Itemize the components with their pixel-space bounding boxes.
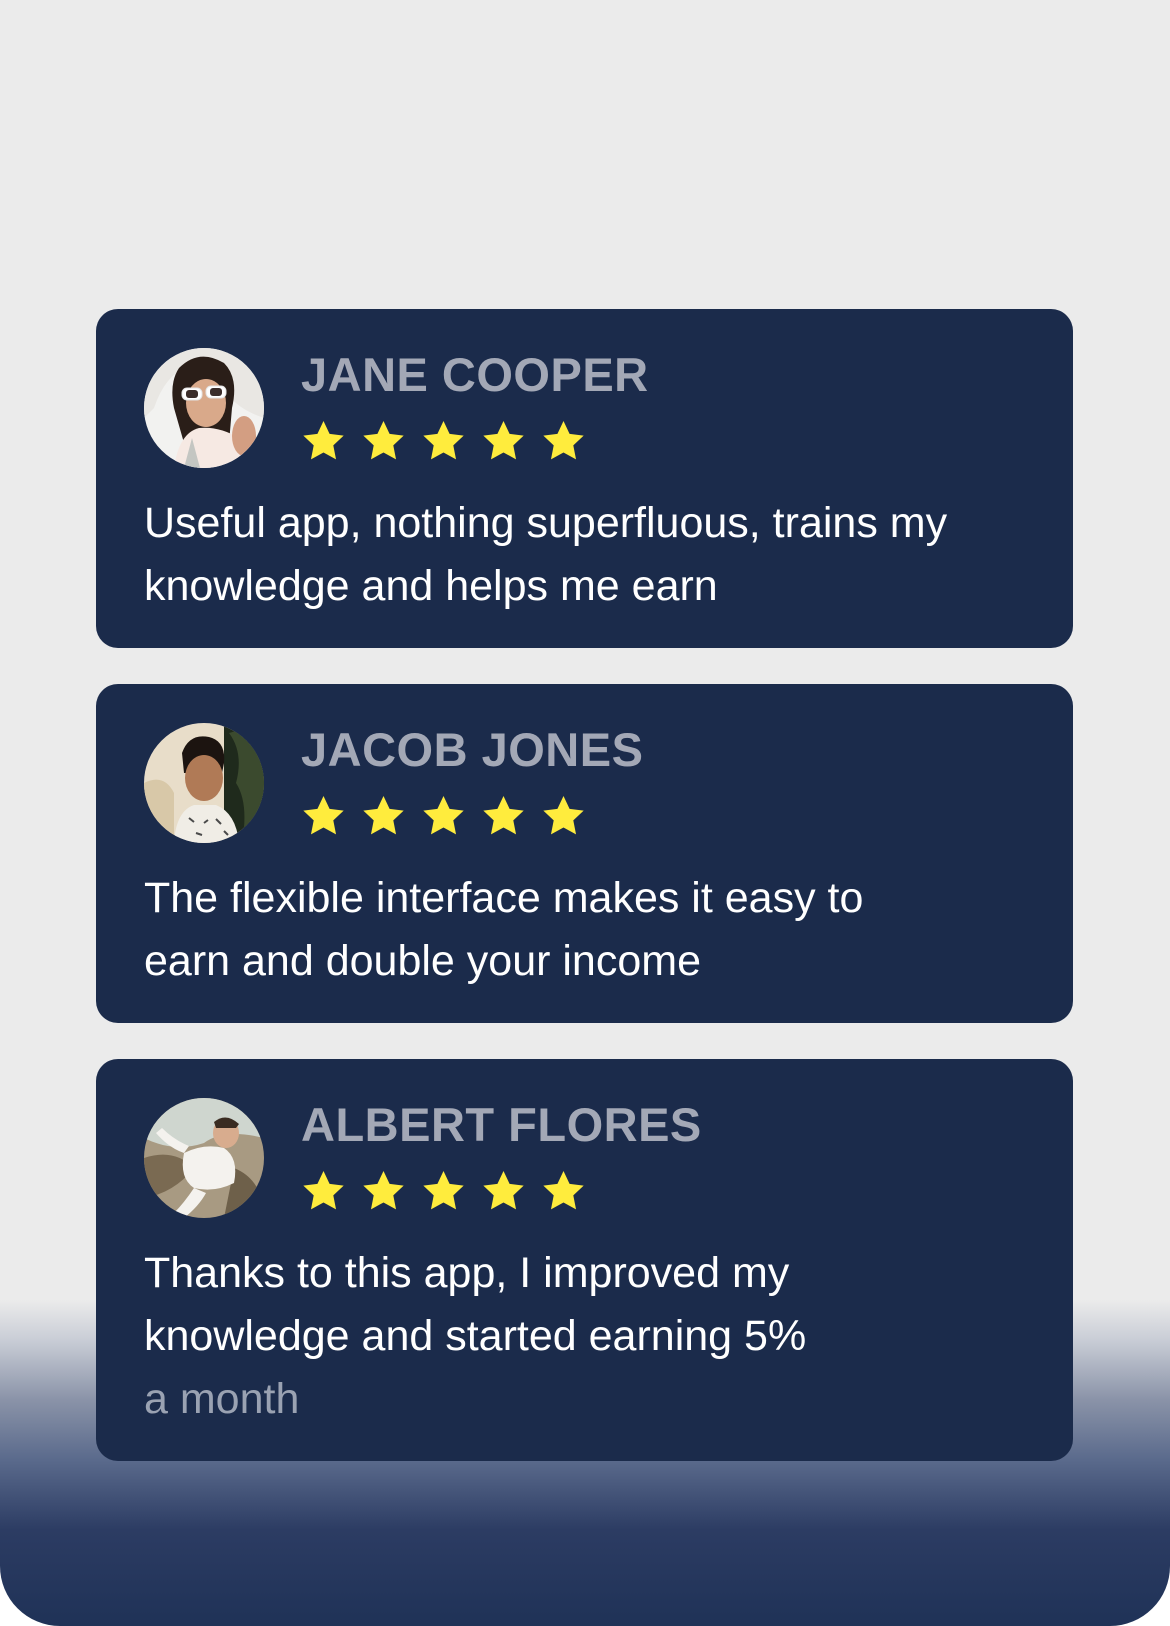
review-text-line: Useful app, nothing superfluous, trains … bbox=[144, 499, 948, 547]
star-icon bbox=[303, 795, 344, 835]
star-rating bbox=[300, 1168, 587, 1215]
star-icon bbox=[423, 795, 464, 835]
review-text: Thanks to this app, I improved my knowle… bbox=[144, 1242, 1024, 1431]
review-text-line: earn and double your income bbox=[144, 937, 701, 985]
review-card: ALBERT FLORES Thanks to this app, I impr… bbox=[96, 1059, 1073, 1461]
star-icon bbox=[483, 420, 524, 460]
avatar bbox=[144, 723, 264, 843]
avatar bbox=[144, 1098, 264, 1218]
star-rating bbox=[300, 793, 587, 840]
reviewer-name: ALBERT FLORES bbox=[301, 1098, 702, 1151]
star-icon bbox=[303, 420, 344, 460]
star-icon bbox=[543, 1170, 584, 1210]
avatar-photo-man bbox=[144, 723, 264, 843]
star-icon bbox=[363, 420, 404, 460]
review-text-line: knowledge and started earning 5% bbox=[144, 1312, 807, 1360]
review-card: JACOB JONES The flexible interface makes… bbox=[96, 684, 1073, 1023]
review-card: JANE COOPER Useful app, nothing superflu… bbox=[96, 309, 1073, 648]
star-icon bbox=[543, 420, 584, 460]
star-icon bbox=[423, 1170, 464, 1210]
star-icon bbox=[483, 1170, 524, 1210]
star-icon bbox=[543, 795, 584, 835]
review-text: The flexible interface makes it easy to … bbox=[144, 867, 1024, 993]
avatar-photo-woman bbox=[144, 348, 264, 468]
avatar-photo-man-white-shirt bbox=[144, 1098, 264, 1218]
star-rating bbox=[300, 418, 587, 465]
star-icon bbox=[363, 1170, 404, 1210]
star-icon bbox=[423, 420, 464, 460]
review-text: Useful app, nothing superfluous, trains … bbox=[144, 492, 1024, 618]
star-icon bbox=[363, 795, 404, 835]
star-icon bbox=[303, 1170, 344, 1210]
review-text-line: The flexible interface makes it easy to bbox=[144, 874, 864, 922]
avatar bbox=[144, 348, 264, 468]
review-text-line: a month bbox=[144, 1375, 300, 1423]
review-text-line: Thanks to this app, I improved my bbox=[144, 1249, 790, 1297]
review-text-line: knowledge and helps me earn bbox=[144, 562, 718, 610]
reviewer-name: JACOB JONES bbox=[301, 723, 644, 776]
reviews-screen: JANE COOPER Useful app, nothing superflu… bbox=[0, 0, 1170, 1626]
reviewer-name: JANE COOPER bbox=[301, 348, 649, 401]
star-icon bbox=[483, 795, 524, 835]
